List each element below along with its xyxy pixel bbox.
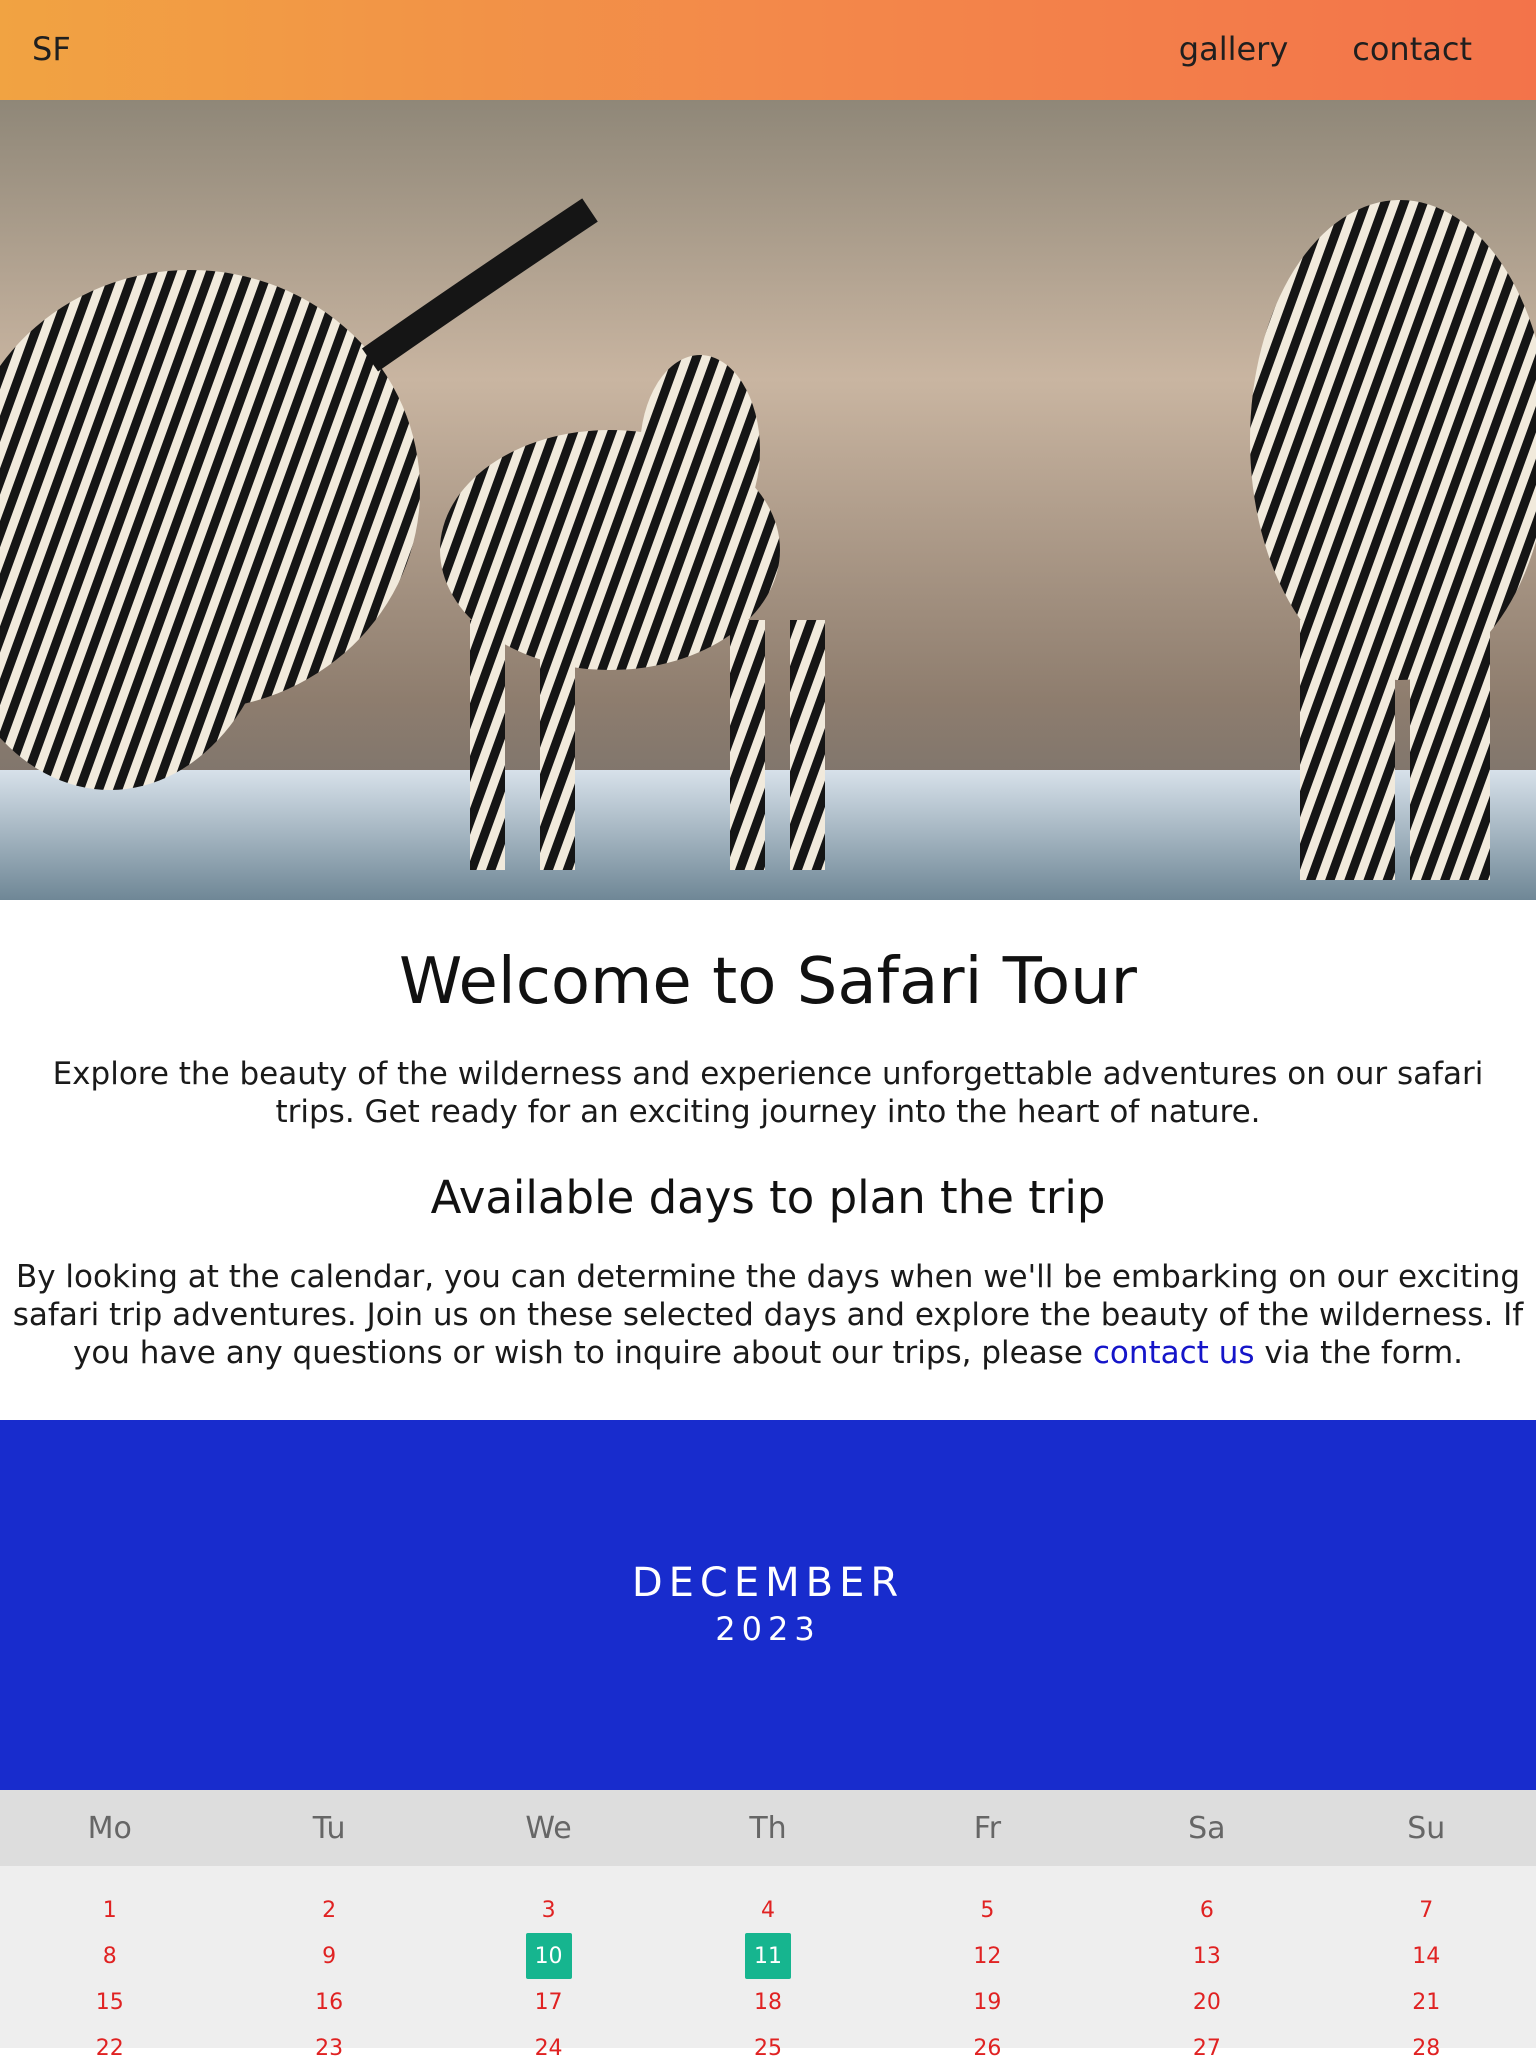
calendar-day-cell: 24 <box>439 2032 658 2064</box>
calendar-day-cell: 3 <box>439 1894 658 1926</box>
nav-contact-link[interactable]: contact <box>1352 30 1472 68</box>
calendar-day[interactable]: 3 <box>542 1898 556 1923</box>
calendar-day[interactable]: 21 <box>1412 1990 1440 2015</box>
calendar-day[interactable]: 27 <box>1193 2036 1221 2061</box>
calendar-day-available[interactable]: 10 <box>525 1933 572 1979</box>
calendar-day-cell: 28 <box>1317 2032 1536 2064</box>
calendar-day[interactable]: 5 <box>980 1898 994 1923</box>
calendar-day-cell: 10 <box>439 1933 658 1979</box>
day-grid: 1 2 3 4 5 6 7 8 9 10 11 12 13 14 15 16 17 18 19 20 21 22 23 24 2… <box>0 1894 1536 2064</box>
nav-gallery-link[interactable]: gallery <box>1179 30 1288 68</box>
calendar-day-cell: 19 <box>878 1986 1097 2018</box>
calendar-day[interactable]: 4 <box>761 1898 775 1923</box>
weekday-label: We <box>525 1810 572 1846</box>
calendar-day-cell: 14 <box>1317 1940 1536 1972</box>
top-bar: SF gallery contact <box>0 0 1536 100</box>
calendar-day-cell: 23 <box>219 2032 438 2064</box>
calendar-day-cell: 4 <box>658 1894 877 1926</box>
calendar-day[interactable]: 1 <box>103 1898 117 1923</box>
calendar-day-cell: 17 <box>439 1986 658 2018</box>
weekday-label: Sa <box>1188 1810 1226 1846</box>
calendar-day-cell: 25 <box>658 2032 877 2064</box>
calendar-day-cell: 21 <box>1317 1986 1536 2018</box>
calendar-day[interactable]: 15 <box>96 1990 124 2015</box>
calendar-day[interactable]: 6 <box>1200 1898 1214 1923</box>
calendar-day-cell: 27 <box>1097 2032 1316 2064</box>
calendar-day-cell: 8 <box>0 1940 219 1972</box>
desc-text-after: via the form. <box>1254 1335 1464 1371</box>
calendar-month: DECEMBER <box>631 1560 905 1606</box>
calendar-day-cell: 26 <box>878 2032 1097 2064</box>
calendar-day[interactable]: 2 <box>322 1898 336 1923</box>
weekday-label: Mo <box>87 1810 132 1846</box>
zebras-illustration <box>0 100 1536 900</box>
calendar-day-cell: 13 <box>1097 1940 1316 1972</box>
calendar-year: 2023 <box>715 1610 821 1648</box>
weekday-label: Tu <box>312 1810 346 1846</box>
intro-section: Welcome to Safari Tour Explore the beaut… <box>0 900 1536 1372</box>
weekday-label: Th <box>749 1810 787 1846</box>
calendar-day[interactable]: 22 <box>96 2036 124 2061</box>
calendar-day-cell: 20 <box>1097 1986 1316 2018</box>
weekday-row: Mo Tu We Th Fr Sa Su <box>0 1790 1536 1866</box>
calendar-header: DECEMBER 2023 <box>0 1420 1536 1790</box>
calendar-days: 1 2 3 4 5 6 7 8 9 10 11 12 13 14 15 16 17 18 19 20 21 22 23 24 2… <box>0 1866 1536 2061</box>
calendar-day-cell: 1 <box>0 1894 219 1926</box>
calendar-day-cell: 12 <box>878 1940 1097 1972</box>
calendar-day-cell: 2 <box>219 1894 438 1926</box>
brand-logo[interactable]: SF <box>32 30 71 68</box>
page-title: Welcome to Safari Tour <box>399 945 1137 1019</box>
calendar-day[interactable]: 17 <box>535 1990 563 2015</box>
calendar-day[interactable]: 8 <box>103 1944 117 1969</box>
calendar-day[interactable]: 16 <box>315 1990 343 2015</box>
intro-text: Explore the beauty of the wilderness and… <box>52 1056 1484 1130</box>
calendar-day[interactable]: 13 <box>1193 1944 1221 1969</box>
section-title: Available days to plan the trip <box>430 1171 1106 1224</box>
calendar-day[interactable]: 26 <box>973 2036 1001 2061</box>
calendar-day-cell: 22 <box>0 2032 219 2064</box>
calendar-day[interactable]: 18 <box>754 1990 782 2015</box>
calendar-day-cell: 5 <box>878 1894 1097 1926</box>
calendar-description: By looking at the calendar, you can dete… <box>0 1258 1536 1372</box>
calendar-day[interactable]: 7 <box>1419 1898 1433 1923</box>
calendar-day-available[interactable]: 11 <box>744 1933 791 1979</box>
calendar-day[interactable]: 14 <box>1412 1944 1440 1969</box>
contact-us-link[interactable]: contact us <box>1093 1335 1255 1371</box>
calendar-day[interactable]: 28 <box>1412 2036 1440 2061</box>
calendar-day-cell: 6 <box>1097 1894 1316 1926</box>
calendar-day[interactable]: 25 <box>754 2036 782 2061</box>
calendar-day[interactable]: 9 <box>322 1944 336 1969</box>
top-nav: gallery contact <box>1179 30 1472 68</box>
calendar-day[interactable]: 19 <box>973 1990 1001 2015</box>
calendar-day[interactable]: 12 <box>973 1944 1001 1969</box>
calendar-day-cell: 7 <box>1317 1894 1536 1926</box>
calendar-day-cell: 15 <box>0 1986 219 2018</box>
calendar-day[interactable]: 23 <box>315 2036 343 2061</box>
hero-image <box>0 100 1536 900</box>
calendar-day[interactable]: 24 <box>535 2036 563 2061</box>
weekday-label: Su <box>1407 1810 1446 1846</box>
calendar-day-cell: 16 <box>219 1986 438 2018</box>
weekday-label: Fr <box>973 1810 1002 1846</box>
calendar-day-cell: 18 <box>658 1986 877 2018</box>
calendar-day[interactable]: 20 <box>1193 1990 1221 2015</box>
calendar-day-cell: 11 <box>658 1933 877 1979</box>
calendar-day-cell: 9 <box>219 1940 438 1972</box>
